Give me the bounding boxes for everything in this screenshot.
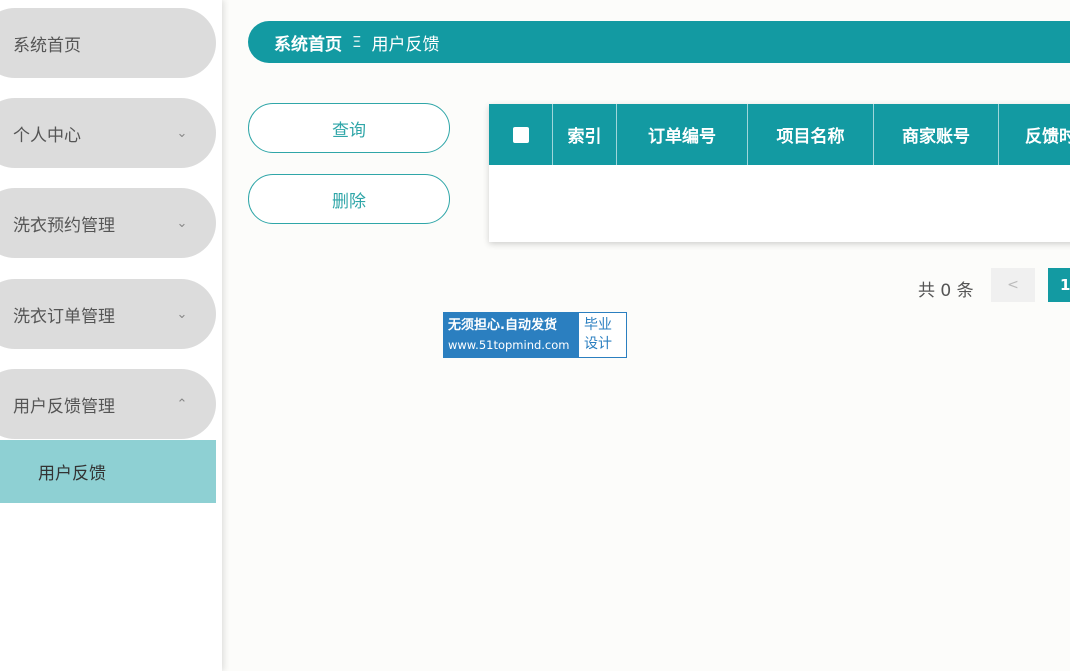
- sidebar-item-label: 洗衣订单管理: [13, 306, 115, 327]
- column-header-order-number[interactable]: 订单编号: [617, 104, 748, 165]
- sidebar-item-label: 个人中心: [13, 125, 81, 146]
- column-header-merchant-account[interactable]: 商家账号: [874, 104, 999, 165]
- sidebar-item-label: 用户反馈管理: [13, 396, 115, 417]
- watermark-url: www.51topmind.com: [448, 338, 570, 352]
- breadcrumb-home[interactable]: 系统首页: [274, 30, 342, 55]
- chevron-down-icon: ⌄: [176, 306, 188, 322]
- sidebar: 系统首页 个人中心 ⌄ 洗衣预约管理 ⌄ 洗衣订单管理 ⌄ 用户反馈管理 ⌃ 用…: [0, 0, 222, 671]
- query-button[interactable]: 查询: [248, 103, 450, 153]
- watermark-right-line2: 设计: [584, 336, 612, 352]
- breadcrumb: 系统首页 Ξ 用户反馈: [248, 21, 1070, 63]
- sidebar-item-feedback-management[interactable]: 用户反馈管理 ⌃: [0, 369, 216, 439]
- sidebar-item-laundry-orders[interactable]: 洗衣订单管理 ⌄: [0, 279, 216, 349]
- submenu-item-user-feedback[interactable]: 用户反馈: [0, 440, 216, 503]
- select-all-checkbox[interactable]: [512, 126, 529, 143]
- chevron-down-icon: ⌄: [176, 215, 188, 231]
- sidebar-item-label: 系统首页: [13, 35, 81, 56]
- pagination-page-button[interactable]: 1: [1048, 268, 1070, 302]
- column-header-index[interactable]: 索引: [553, 104, 617, 165]
- select-all-checkbox-cell: [489, 104, 553, 165]
- watermark-logo: 无须担心.自动发货 www.51topmind.com 毕业 设计: [443, 312, 627, 358]
- delete-button[interactable]: 删除: [248, 174, 450, 224]
- watermark-slogan: 无须担心.自动发货: [448, 318, 557, 333]
- pagination-prev-button[interactable]: <: [991, 268, 1035, 302]
- column-header-item-name[interactable]: 项目名称: [748, 104, 874, 165]
- chevron-up-icon: ⌃: [176, 396, 188, 412]
- watermark-right: 毕业 设计: [578, 312, 627, 358]
- column-header-feedback-time[interactable]: 反馈时: [999, 104, 1070, 165]
- chevron-down-icon: ⌄: [176, 125, 188, 141]
- pagination-total: 共 0 条: [918, 281, 974, 301]
- data-table: 索引 订单编号 项目名称 商家账号 反馈时: [489, 104, 1070, 242]
- sidebar-item-laundry-booking[interactable]: 洗衣预约管理 ⌄: [0, 188, 216, 258]
- breadcrumb-current: 用户反馈: [371, 34, 440, 55]
- breadcrumb-separator-icon: Ξ: [352, 33, 362, 51]
- sidebar-item-personal-center[interactable]: 个人中心 ⌄: [0, 98, 216, 168]
- sidebar-item-label: 洗衣预约管理: [13, 215, 115, 236]
- watermark-left: 无须担心.自动发货 www.51topmind.com: [443, 312, 578, 358]
- table-header: 索引 订单编号 项目名称 商家账号 反馈时: [489, 104, 1070, 165]
- sidebar-item-home[interactable]: 系统首页: [0, 8, 216, 78]
- submenu-item-label: 用户反馈: [38, 464, 106, 484]
- watermark-right-line1: 毕业: [584, 317, 612, 333]
